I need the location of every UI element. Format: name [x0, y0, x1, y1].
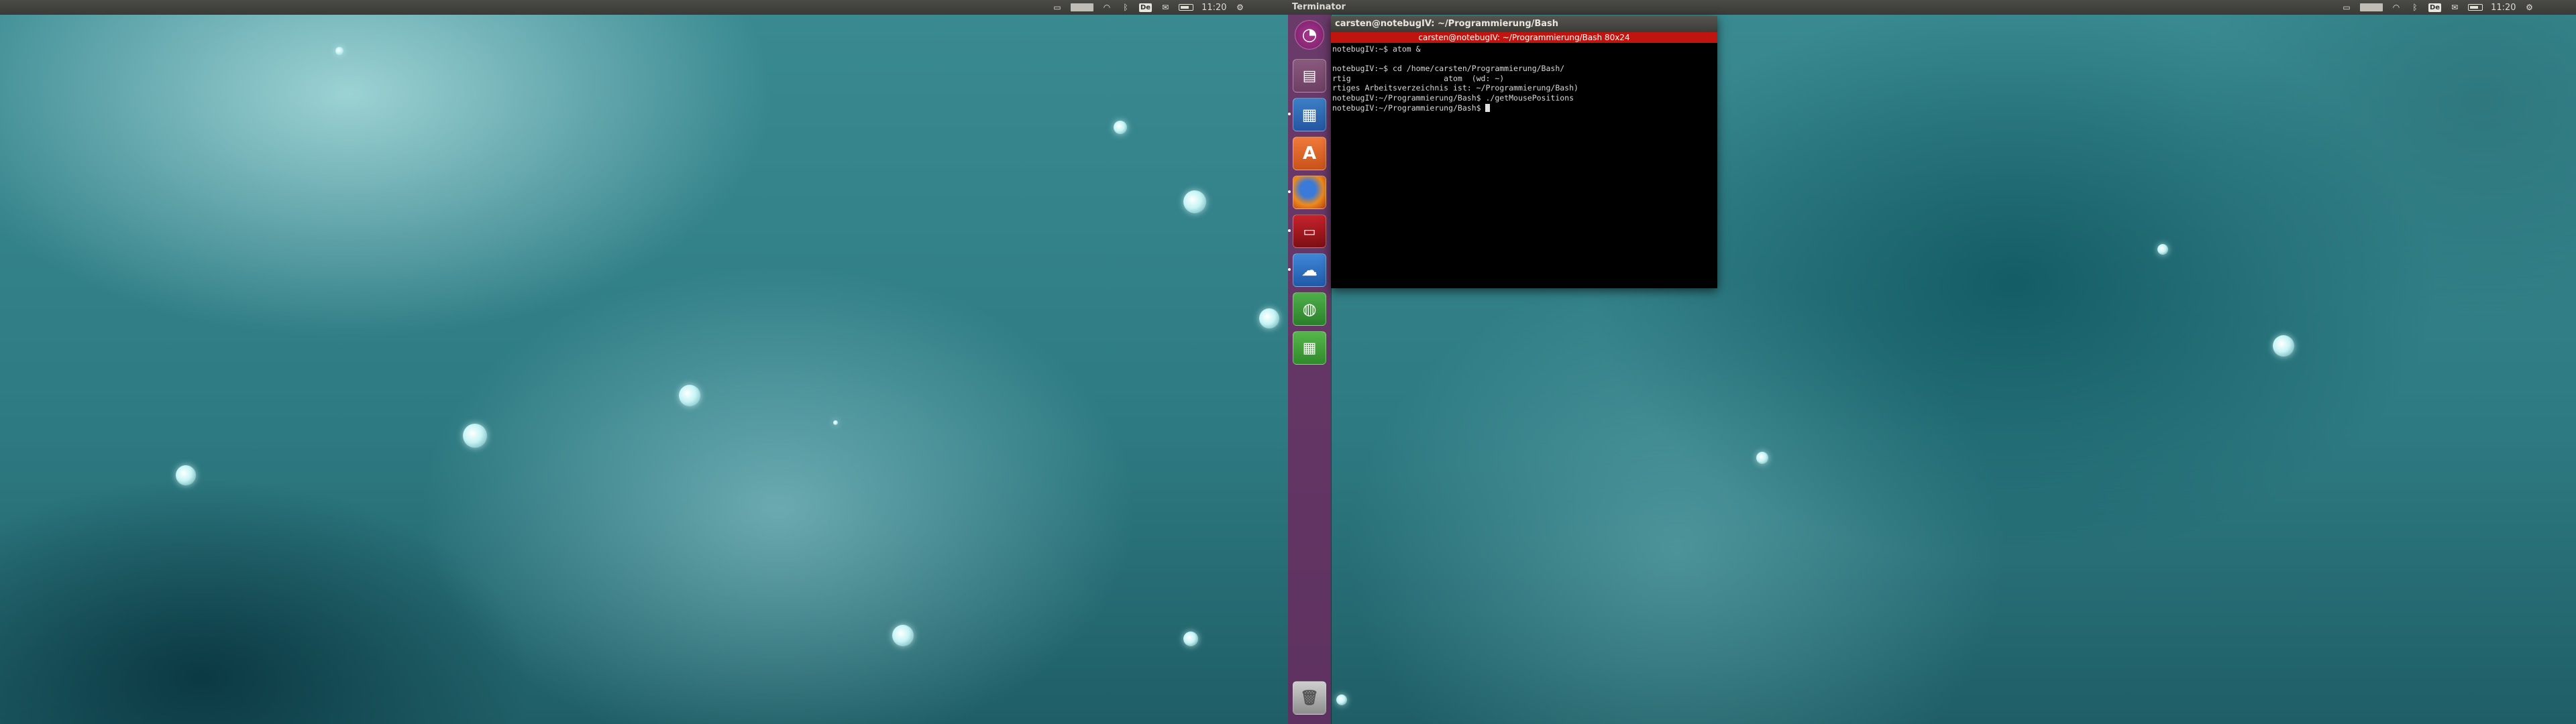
- wifi-icon[interactable]: ◠: [1102, 3, 1112, 11]
- terminal-line: notebugIV:~$ cd /home/carsten/Programmie…: [1332, 64, 1565, 74]
- terminal-tab-title[interactable]: carsten@notebugIV: ~/Programmierung/Bash…: [1331, 32, 1717, 43]
- running-indicator: [1288, 190, 1291, 193]
- top-panel-left: ▭ ◠ ᛒ De ✉ 11:20 ⚙: [0, 0, 1288, 15]
- bluetooth-icon[interactable]: ᛒ: [2410, 3, 2420, 11]
- terminator-icon[interactable]: ▭: [1293, 215, 1326, 248]
- wallpaper-bubble: [679, 385, 700, 406]
- keyboard-layout-badge[interactable]: De: [2428, 3, 2442, 12]
- screen-icon[interactable]: ▭: [1052, 3, 1063, 11]
- keyboard-indicator[interactable]: [1071, 3, 1093, 11]
- software-center-icon[interactable]: A: [1293, 137, 1326, 170]
- wallpaper-bubble: [335, 47, 343, 55]
- gear-icon[interactable]: ⚙: [2524, 3, 2535, 11]
- running-indicator: [1288, 229, 1291, 232]
- bluetooth-icon[interactable]: ᛒ: [1120, 3, 1131, 11]
- wallpaper-bubble: [1259, 308, 1279, 328]
- file-manager-icon[interactable]: ▤: [1293, 59, 1326, 93]
- spreadsheet-icon[interactable]: ▦: [1293, 331, 1326, 365]
- terminal-prompt-line[interactable]: notebugIV:~/Programmierung/Bash$: [1332, 103, 1716, 113]
- window-title[interactable]: carsten@notebugIV: ~/Programmierung/Bash: [1331, 16, 1717, 32]
- clock[interactable]: 11:20: [2491, 3, 2516, 13]
- keyboard-layout-badge[interactable]: De: [1139, 3, 1152, 12]
- terminal-line: notebugIV:~/Programmierung/Bash$ ./getMo…: [1332, 93, 1574, 103]
- ubuntu-dash-icon[interactable]: ◔: [1295, 20, 1324, 50]
- wallpaper-bubble: [463, 424, 487, 448]
- trash-icon[interactable]: 🗑: [1293, 681, 1326, 715]
- wallpaper-bubble: [833, 420, 838, 425]
- indicator-tray-right: ▭ ◠ ᛒ De ✉ 11:20 ⚙: [2341, 0, 2535, 15]
- battery-icon[interactable]: [2468, 4, 2483, 11]
- battery-icon[interactable]: [1179, 4, 1194, 11]
- running-indicator: [1288, 268, 1291, 271]
- terminal-output[interactable]: notebugIV:~$ atom & notebugIV:~$ cd /hom…: [1331, 43, 1717, 114]
- wallpaper-bubble: [1336, 695, 1347, 705]
- wifi-icon[interactable]: ◠: [2391, 3, 2402, 11]
- terminal-line: notebugIV:~$ atom &: [1332, 44, 1421, 54]
- text-cursor: [1485, 103, 1491, 112]
- mail-icon[interactable]: ✉: [2449, 3, 2460, 11]
- active-app-title: Terminator: [1292, 2, 1346, 12]
- wallpaper-bubble: [176, 465, 196, 485]
- screen-icon[interactable]: ▭: [2341, 3, 2352, 11]
- terminal-line: rtiges Arbeitsverzeichnis ist: ~/Program…: [1332, 83, 1578, 93]
- clock[interactable]: 11:20: [1201, 3, 1226, 13]
- dropbox-icon[interactable]: ☁: [1293, 253, 1326, 287]
- terminal-window[interactable]: carsten@notebugIV: ~/Programmierung/Bash…: [1331, 16, 1717, 288]
- wallpaper-bubble: [892, 625, 914, 646]
- text-editor-icon[interactable]: ▦: [1293, 98, 1326, 131]
- keyboard-indicator[interactable]: [2360, 3, 2383, 11]
- terminal-line: rtig atom (wd: ~): [1332, 73, 1505, 83]
- wallpaper-bubble: [1756, 452, 1768, 464]
- firefox-icon[interactable]: [1293, 176, 1326, 209]
- top-panel-right: Terminator ▭ ◠ ᛒ De ✉ 11:20 ⚙: [1288, 0, 2576, 15]
- wallpaper-bubble: [1114, 121, 1127, 134]
- wallpaper-bubble: [2273, 335, 2294, 357]
- running-indicator: [1288, 113, 1291, 115]
- mail-icon[interactable]: ✉: [1160, 3, 1171, 11]
- indicator-tray-left: ▭ ◠ ᛒ De ✉ 11:20 ⚙: [1052, 0, 1246, 15]
- network-globe-icon[interactable]: ◍: [1293, 292, 1326, 326]
- wallpaper-bubble: [1183, 190, 1206, 213]
- wallpaper-bubble: [2157, 244, 2168, 255]
- terminal-prompt: notebugIV:~/Programmierung/Bash$: [1332, 103, 1486, 113]
- gear-icon[interactable]: ⚙: [1235, 3, 1246, 11]
- unity-launcher: ◔ ▤ ▦ A ▭ ☁ ◍ ▦ 🗑: [1288, 15, 1331, 724]
- wallpaper-bubble: [1183, 631, 1198, 646]
